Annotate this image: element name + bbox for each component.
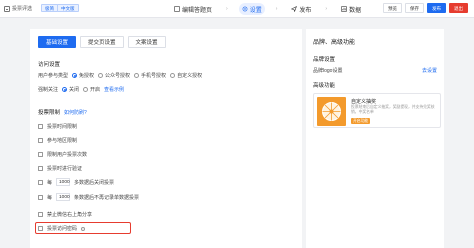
follow-option-off[interactable]: 关闭 — [62, 86, 79, 93]
step-arrow-icon: › — [325, 6, 328, 12]
publish-button[interactable]: 发布 — [427, 3, 446, 13]
send-icon — [291, 6, 298, 12]
user-type-option-custom[interactable]: 自定义授权 — [170, 72, 202, 79]
top-actions: 预览 保存 发布 退出 — [383, 3, 468, 13]
radio-icon — [98, 73, 104, 78]
checkbox[interactable] — [38, 152, 43, 157]
user-type-label: 用户参与类型 — [38, 73, 69, 79]
top-bar: 投票评选 极简 中文版 编辑答题页 › 设置 › 发布 › 数据 预览 保存 发… — [0, 0, 474, 18]
limits-title: 投票限制 — [38, 110, 61, 116]
brand-panel-title: 品牌、高级功能 — [313, 40, 356, 46]
checkbox[interactable] — [38, 179, 43, 185]
each2-prefix: 每 — [47, 194, 53, 201]
brand-settings-title: 品牌设置 — [313, 57, 336, 63]
each2-suffix: 条数据后不再记录单数据投票 — [74, 194, 140, 201]
step-publish-label: 发布 — [299, 7, 312, 14]
option-label: 关闭 — [69, 87, 80, 93]
limit-item-region[interactable]: 参与地区限制 — [38, 137, 77, 144]
share-row[interactable]: 禁止微信右上角分享 — [38, 211, 92, 218]
tab-submit-page[interactable]: 提交页设置 — [80, 36, 124, 48]
limit-label: 限制用户投票次数 — [47, 152, 88, 158]
preview-button[interactable]: 预览 — [383, 3, 402, 13]
lottery-wheel-icon — [322, 102, 341, 121]
step-publish[interactable]: 发布 — [288, 3, 314, 15]
limit-label: 投票时间限制 — [47, 124, 78, 130]
lottery-enable-button[interactable]: 开启功能 — [351, 118, 371, 124]
follow-option-on[interactable]: 开启 — [83, 86, 100, 93]
radio-icon — [170, 73, 176, 78]
settings-tabs: 基础设置 提交页设置 文案设置 — [38, 36, 166, 48]
brand-logo-label: 品牌logo设置 — [313, 68, 343, 74]
limit-item-time[interactable]: 投票时间限制 — [38, 123, 77, 130]
lottery-card[interactable]: 自定义抽奖 投票结束后自定义抽奖，奖励提现，并支持兑奖核销，中奖名单 开启功能 — [313, 93, 441, 128]
settings-panel: 基础设置 提交页设置 文案设置 访问设置 用户参与类型 免授权 公众号授权 手机… — [30, 29, 302, 248]
checkbox[interactable] — [38, 194, 43, 200]
option-label: 公众号授权 — [105, 73, 131, 79]
each-prefix: 每 — [47, 179, 53, 186]
tab-basic[interactable]: 基础设置 — [38, 36, 77, 48]
follow-example-link[interactable]: 查看示例 — [104, 86, 124, 93]
anti-fraud-link[interactable]: 如何防刷? — [64, 109, 87, 116]
option-label: 自定义授权 — [177, 73, 203, 79]
gear-icon — [242, 6, 248, 12]
highlight-box — [35, 222, 131, 234]
step-settings-label: 设置 — [249, 7, 262, 14]
user-type-row: 用户参与类型 免授权 公众号授权 手机号授权 自定义授权 — [38, 72, 202, 79]
checkbox[interactable] — [38, 138, 43, 143]
option-label: 开启 — [90, 87, 101, 93]
share-label: 禁止微信右上角分享 — [47, 212, 93, 218]
option-label: 免授权 — [79, 73, 95, 79]
advanced-title: 高级功能 — [313, 83, 336, 89]
radio-icon — [134, 73, 140, 78]
lottery-image — [317, 97, 346, 126]
brand-logo-link[interactable]: 去设置 — [422, 67, 437, 74]
back-label: 投票评选 — [12, 6, 33, 12]
tag-1[interactable]: 极简 — [41, 4, 58, 12]
follow-row: 强制关注 关闭 开启 查看示例 — [38, 86, 124, 93]
exit-button[interactable]: 退出 — [449, 3, 468, 13]
access-title: 访问设置 — [38, 62, 61, 68]
step-data-label: 数据 — [349, 7, 362, 14]
step-edit-label: 编辑答题页 — [182, 7, 213, 14]
step-edit[interactable]: 编辑答题页 — [171, 3, 215, 15]
checkbox[interactable] — [38, 166, 43, 171]
limit-label: 投票时进行验证 — [47, 166, 83, 172]
chart-icon — [341, 6, 347, 12]
limit-label: 参与地区限制 — [47, 138, 78, 144]
close-after-input[interactable]: 1000 — [56, 178, 71, 186]
limits-title-row: 投票限制 如何防刷? — [38, 108, 87, 117]
radio-icon — [62, 87, 68, 92]
radio-icon — [83, 87, 89, 92]
stop-record-row: 每 1000 条数据后不再记录单数据投票 — [38, 193, 139, 201]
close-after-row: 每 1000 多数据后关闭投票 — [38, 178, 114, 186]
step-settings[interactable]: 设置 — [238, 3, 265, 15]
save-button[interactable]: 保存 — [405, 3, 424, 13]
user-type-option-phone[interactable]: 手机号授权 — [134, 72, 166, 79]
user-type-option-wechat[interactable]: 公众号授权 — [98, 72, 130, 79]
checkbox[interactable] — [38, 124, 43, 129]
edit-icon — [174, 6, 180, 12]
tag-2[interactable]: 中文版 — [57, 4, 79, 12]
radio-icon — [72, 73, 78, 78]
limit-item-verify[interactable]: 投票时进行验证 — [38, 165, 82, 172]
checkbox[interactable] — [38, 212, 43, 217]
back-button[interactable]: 投票评选 — [4, 5, 32, 12]
user-type-option-free[interactable]: 免授权 — [72, 72, 94, 79]
each-suffix: 多数据后关闭投票 — [74, 179, 115, 186]
brand-logo-row: 品牌logo设置 去设置 — [313, 67, 437, 74]
lottery-desc: 投票结束后自定义抽奖，奖励提现，并支持兑奖核销，中奖名单 — [351, 105, 435, 114]
option-label: 手机号授权 — [141, 73, 167, 79]
step-arrow-icon: › — [275, 6, 278, 12]
back-icon — [4, 5, 10, 12]
tab-copy[interactable]: 文案设置 — [127, 36, 166, 48]
limit-item-count[interactable]: 限制用户投票次数 — [38, 151, 87, 158]
step-nav: 编辑答题页 › 设置 › 发布 › 数据 — [171, 3, 364, 15]
stop-record-input[interactable]: 1000 — [56, 193, 71, 201]
brand-panel: 品牌、高级功能 品牌设置 品牌logo设置 去设置 高级功能 自定义抽奖 投票结… — [306, 29, 444, 248]
step-data[interactable]: 数据 — [338, 3, 364, 15]
step-arrow-icon: › — [226, 6, 228, 12]
follow-label: 强制关注 — [38, 87, 59, 93]
lottery-title: 自定义抽奖 — [351, 99, 377, 105]
